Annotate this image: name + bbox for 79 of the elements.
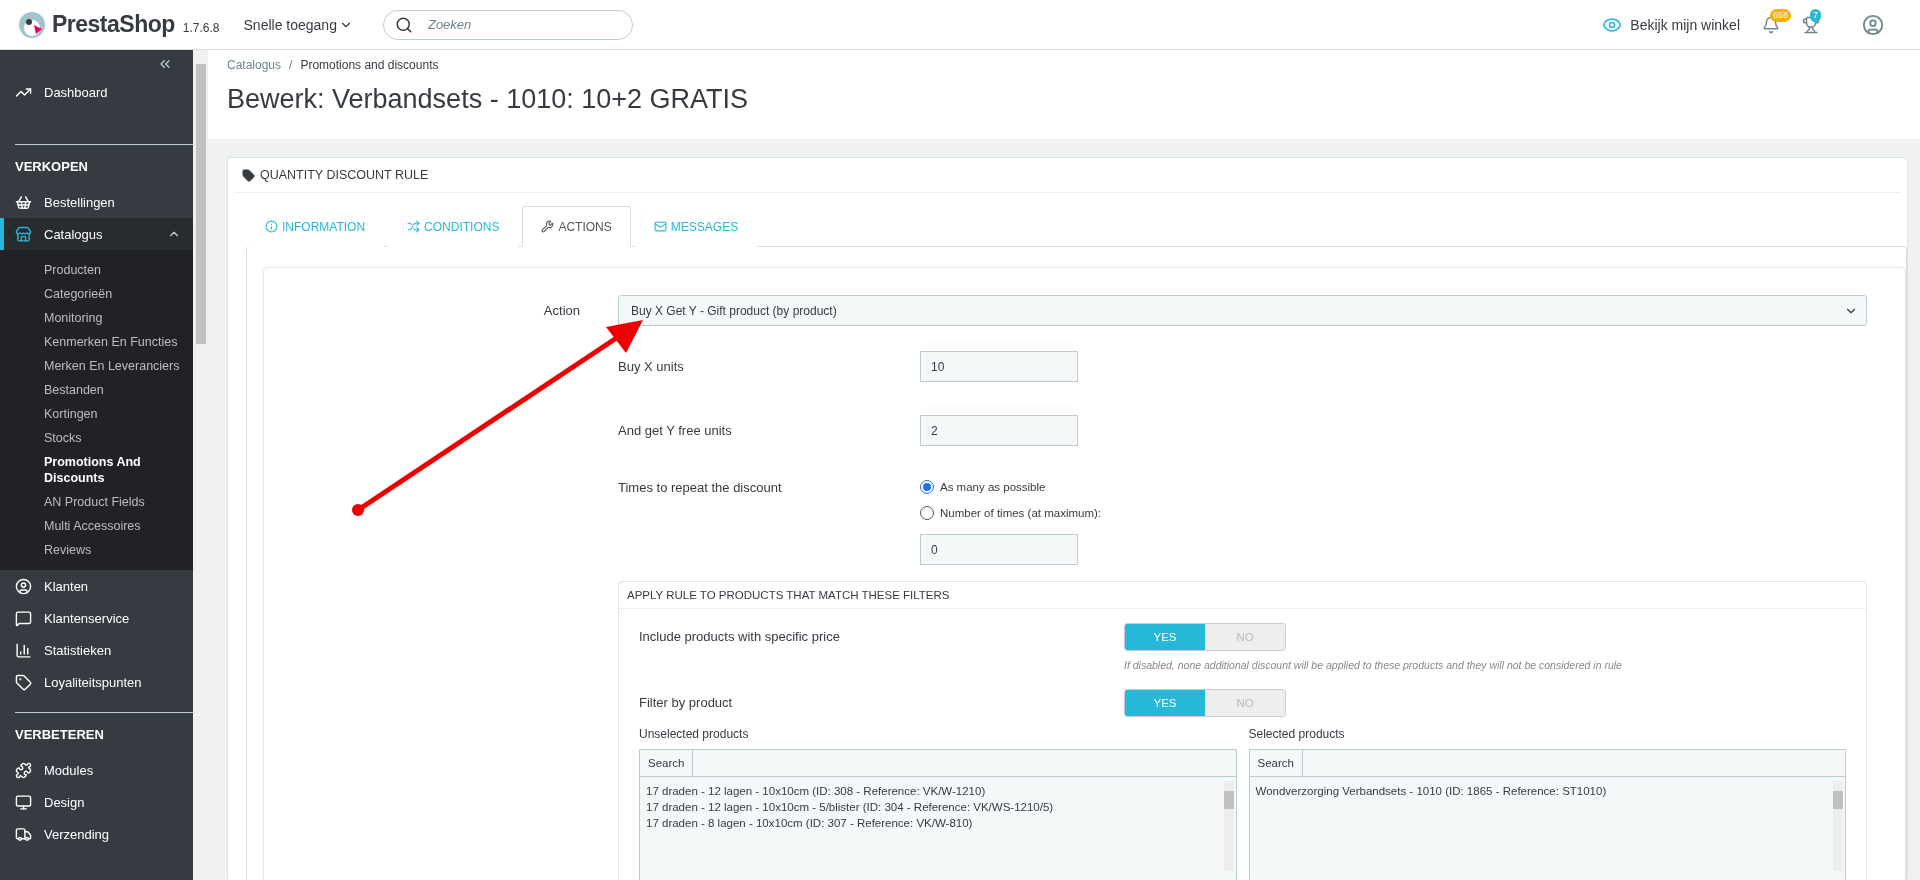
product-search-field[interactable]	[1302, 749, 1846, 777]
tag-icon	[242, 168, 255, 182]
user-icon[interactable]	[1862, 13, 1884, 36]
product-option[interactable]: 17 draden - 12 lagen - 10x10cm - 5/blister (ID: 304 - Reference: VK/WS-1210/5)	[646, 799, 1212, 815]
radio-option[interactable]: As many as possible	[920, 480, 1102, 494]
sidebar-subitem[interactable]: Monitoring	[0, 306, 193, 330]
menu-icon	[15, 193, 32, 211]
sidebar-item[interactable]: Klanten	[0, 570, 193, 602]
tab-icon	[265, 220, 278, 233]
input-field[interactable]: 2	[920, 415, 1078, 446]
panel-title: QUANTITY DISCOUNT RULE	[260, 168, 429, 182]
field-label: And get Y free units	[618, 422, 733, 438]
menu-icon	[15, 577, 32, 595]
menu-icon	[15, 825, 32, 843]
scrollbar-thumb[interactable]	[1223, 791, 1234, 809]
search-label: Search	[639, 749, 694, 777]
list-label: Unselected products	[639, 727, 750, 741]
sidebar-item[interactable]: Loyaliteitspunten	[0, 666, 193, 698]
breadcrumb-link[interactable]: Catalogus	[227, 58, 282, 72]
product-option[interactable]: Wondverzorging Verbandsets - 1010 (ID: 1865 - Reference: ST1010)	[1255, 783, 1821, 799]
sidebar-subitem[interactable]: Bestanden	[0, 378, 193, 402]
search-label: Search	[1248, 749, 1303, 777]
sidebar-subitem[interactable]: Producten	[0, 258, 193, 282]
sidebar-item[interactable]: Modules	[0, 754, 193, 786]
breadcrumb-separator: /	[289, 58, 293, 72]
tab-icon	[407, 220, 421, 233]
list-label: Selected products	[1248, 727, 1346, 741]
breadcrumb-link[interactable]: Promotions and discounts	[300, 58, 439, 72]
sidebar-subitem[interactable]: Reviews	[0, 538, 193, 562]
menu-icon	[15, 673, 32, 691]
field-label: Times to repeat the discount	[618, 480, 783, 495]
sidebar-item[interactable]: Statistieken	[0, 634, 193, 666]
menu-icon	[15, 225, 32, 243]
search-icon	[394, 15, 413, 34]
version-label: 1.7.6.8	[182, 20, 220, 35]
sidebar-item[interactable]: Bestellingen	[0, 186, 193, 218]
sidebar-subitem[interactable]: Kortingen	[0, 402, 193, 426]
sidebar-subitem[interactable]: Multi Accessoires	[0, 514, 193, 538]
logo[interactable]: PrestaShop	[52, 11, 175, 38]
notification-count: 658	[1770, 8, 1792, 22]
input-field[interactable]: 0	[920, 534, 1078, 565]
sidebar-subitem[interactable]: Kenmerken En Functies	[0, 330, 193, 354]
field-label: Include products with specific price	[639, 628, 841, 646]
quick-access-dropdown[interactable]: Snelle toegang	[237, 15, 359, 34]
product-option[interactable]: 17 draden - 8 lagen - 10x10cm (ID: 307 - Reference: VK/W-810)	[646, 815, 1212, 831]
sidebar-subitem[interactable]: Merken En Leveranciers	[0, 354, 193, 378]
page-title: Bewerk: Verbandsets - 1010: 10+2 GRATIS	[227, 84, 750, 115]
tab-icon	[541, 220, 555, 233]
trophy-count: 7	[1810, 8, 1821, 22]
field-label: Action	[542, 302, 581, 318]
sidebar-item[interactable]: Verzending	[0, 818, 193, 850]
tab[interactable]: ACTIONS	[522, 206, 631, 247]
sidebar-item[interactable]: Dashboard	[0, 76, 193, 108]
header-search-field[interactable]: Zoeken	[382, 9, 633, 40]
hint-text: If disabled, none additional discount will be applied to these products and they will not be considered in rule	[1124, 659, 1622, 671]
sidebar-item[interactable]: Design	[0, 786, 193, 818]
menu-icon	[15, 641, 32, 659]
filters-title: APPLY RULE TO PRODUCTS THAT MATCH THESE FILTERS	[619, 582, 1866, 609]
input-field[interactable]: 10	[920, 351, 1078, 382]
menu-icon	[15, 793, 32, 811]
menu-icon	[15, 609, 32, 627]
product-option[interactable]: 17 draden - 12 lagen - 10x10cm (ID: 308 - Reference: VK/W-1210)	[646, 783, 1212, 799]
sidebar-subitem[interactable]: Stocks	[0, 426, 193, 450]
product-search-field[interactable]	[693, 749, 1237, 777]
scrollbar-thumb[interactable]	[1833, 791, 1843, 809]
field-label: Filter by product	[639, 694, 734, 712]
action-select[interactable]: Buy X Get Y - Gift product (by product)	[618, 295, 1867, 326]
sidebar-item[interactable]: Klantenservice	[0, 602, 193, 634]
view-shop-link[interactable]: Bekijk mijn winkel	[1602, 14, 1740, 35]
sidebar-subitem[interactable]: Categorieën	[0, 282, 193, 306]
field-label: Buy X units	[618, 358, 685, 374]
tab-icon	[653, 220, 667, 233]
radio-option[interactable]: Number of times (at maximum):	[920, 506, 1102, 520]
sidebar-subitem[interactable]: Promotions And Discounts	[0, 450, 193, 490]
scrollbar-thumb[interactable]	[195, 64, 206, 344]
menu-icon	[15, 761, 32, 779]
sidebar-item[interactable]: Catalogus	[0, 218, 193, 250]
logo-icon	[18, 10, 46, 39]
sidebar-subitem[interactable]: AN Product Fields	[0, 490, 193, 514]
